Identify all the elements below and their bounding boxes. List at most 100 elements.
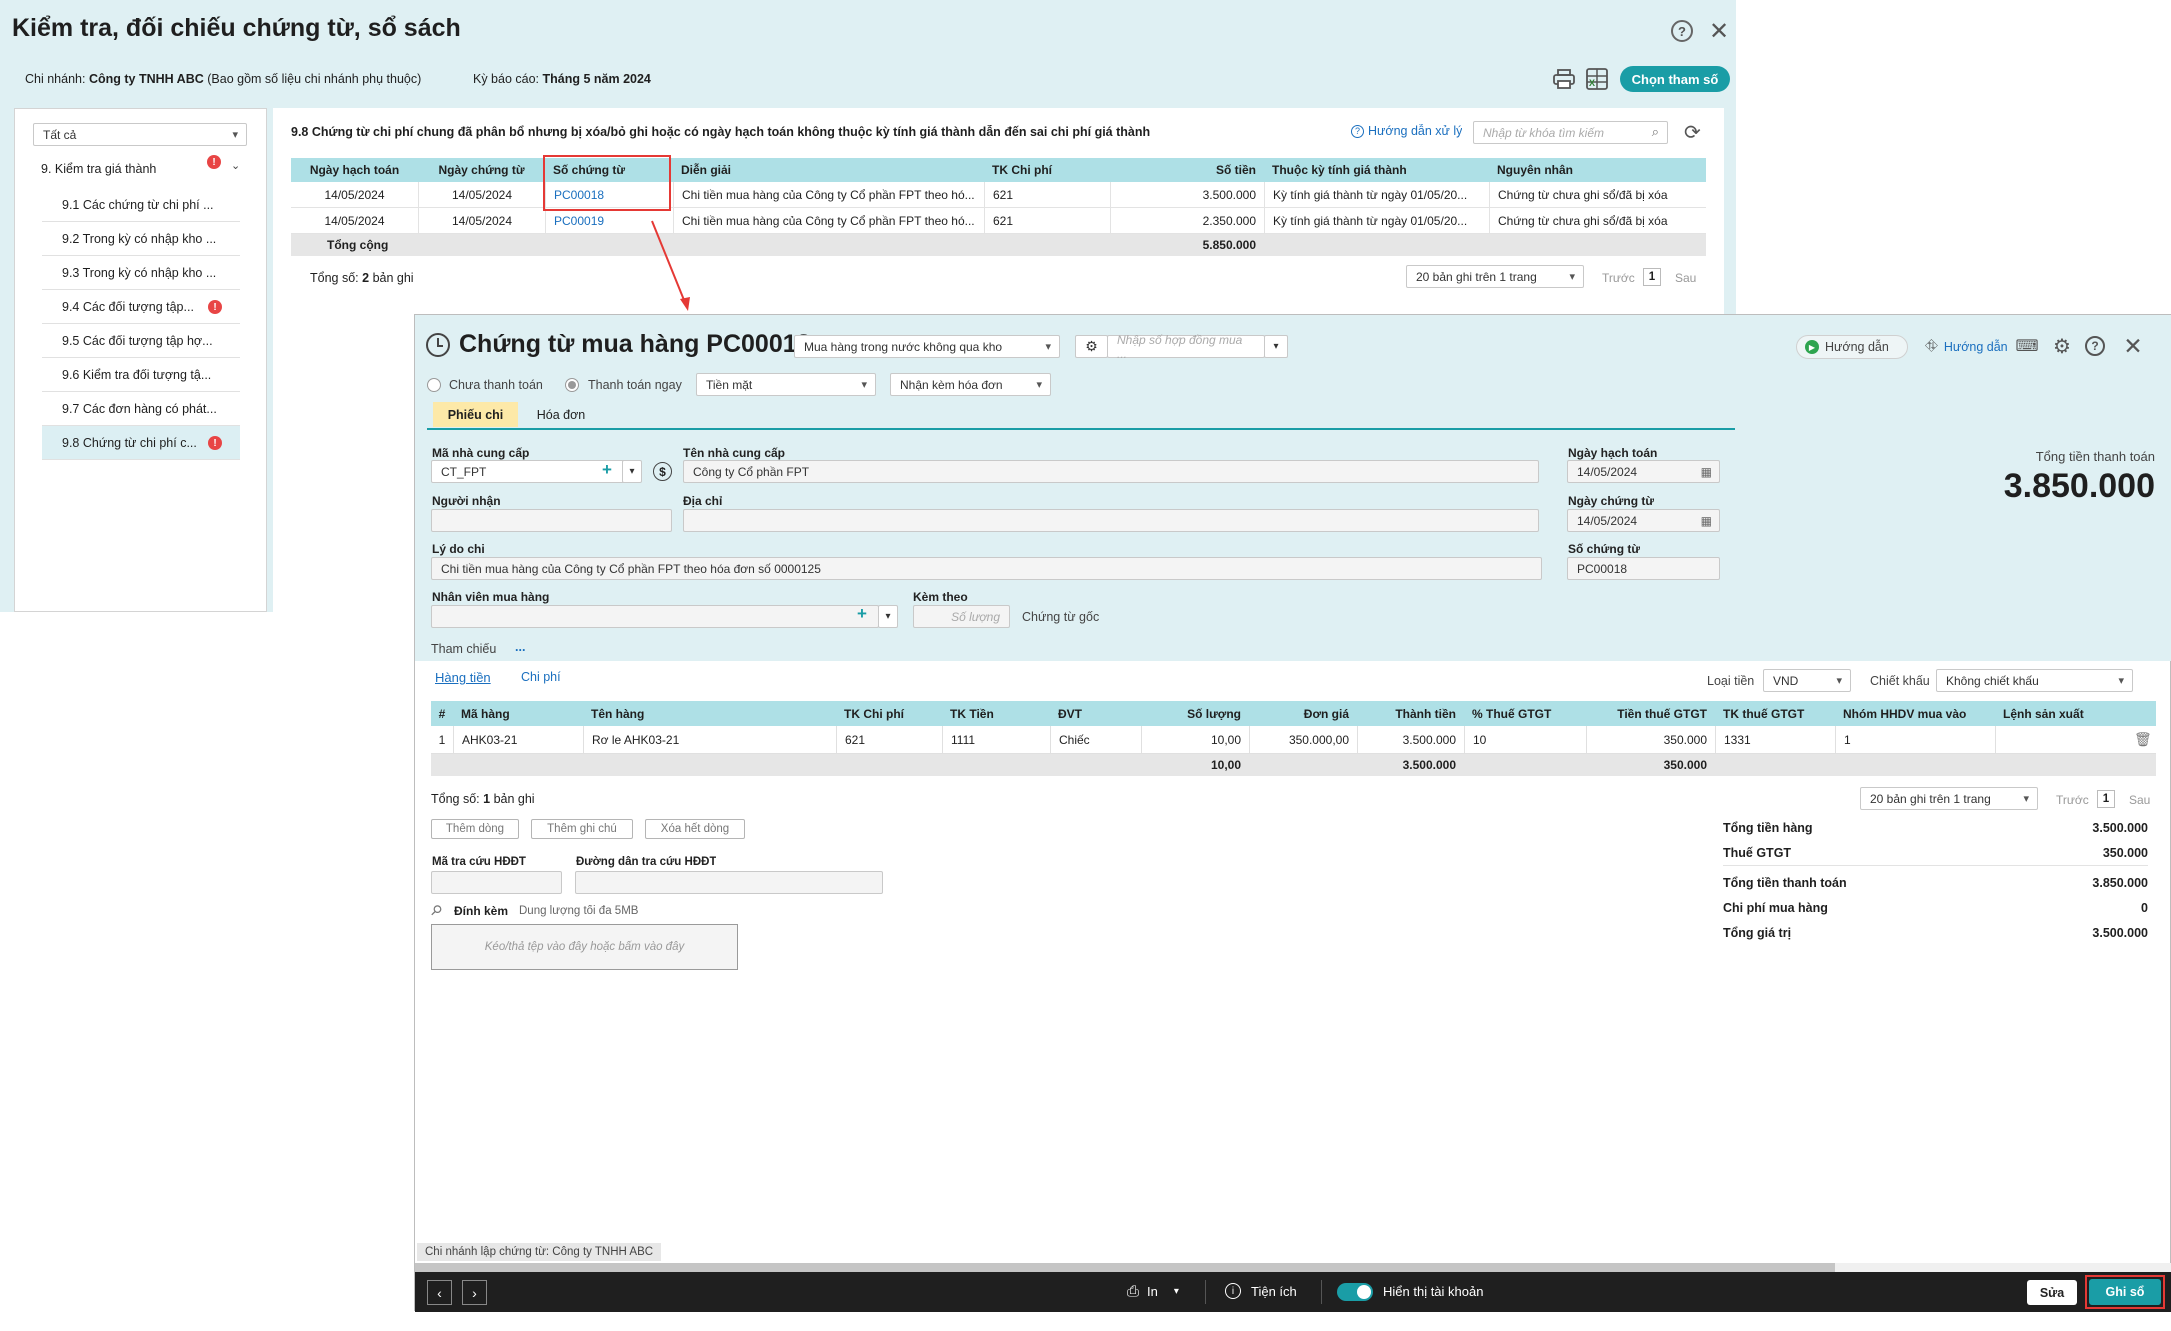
sidebar-item[interactable]: 9.1 Các chứng từ chi phí ... xyxy=(42,188,240,222)
page-number[interactable]: 1 xyxy=(1643,268,1661,286)
reference-more[interactable]: ... xyxy=(515,640,525,654)
doc-date-input[interactable]: 14/05/2024 ▦ xyxy=(1567,509,1720,532)
add-row-button[interactable]: Thêm dòng xyxy=(431,819,519,839)
chevron-down-icon[interactable]: ▾ xyxy=(878,605,898,628)
lookup-code-input[interactable] xyxy=(431,871,562,894)
refresh-icon[interactable]: ⟳ xyxy=(1684,120,1701,145)
subtab-goods[interactable]: Hàng tiền xyxy=(435,670,491,685)
receiver-input[interactable] xyxy=(431,509,672,532)
next-page[interactable]: Sau xyxy=(1675,271,1696,285)
sidebar-item[interactable]: 9.3 Trong kỳ có nhập kho ... xyxy=(42,256,240,290)
contract-input[interactable]: Nhập số hợp đồng mua ... xyxy=(1107,333,1265,361)
close-icon[interactable]: ✕ xyxy=(1706,18,1732,45)
col-header: Lệnh sản xuất xyxy=(2003,706,2084,721)
col-header: ĐVT xyxy=(1058,706,1082,721)
settings-icon[interactable]: ⚙ xyxy=(2050,334,2074,358)
file-drop-zone[interactable]: Kéo/thả tệp vào đây hoặc bấm vào đây xyxy=(431,924,738,970)
add-icon[interactable]: + xyxy=(602,460,612,480)
horizontal-scrollbar[interactable] xyxy=(415,1263,2171,1272)
add-note-button[interactable]: Thêm ghi chú xyxy=(531,819,633,839)
invoice-option-select[interactable]: Nhận kèm hóa đơn xyxy=(890,373,1051,396)
error-badge: ! xyxy=(208,436,222,450)
add-icon[interactable]: + xyxy=(857,604,867,624)
guide-link[interactable]: ⛗ Hướng dẫn xyxy=(1925,338,2008,356)
close-icon[interactable]: ✕ xyxy=(2120,333,2146,359)
payment-method-select[interactable]: Tiền mặt xyxy=(696,373,876,396)
pointer-arrow xyxy=(651,220,690,311)
chevron-down-icon[interactable]: ▾ xyxy=(1264,335,1288,358)
page-number[interactable]: 1 xyxy=(2097,790,2115,808)
history-icon[interactable] xyxy=(426,333,450,357)
choose-params-button[interactable]: Chọn tham số xyxy=(1620,66,1730,92)
sidebar-item-active[interactable]: 9.8 Chứng từ chi phí c...! xyxy=(42,426,240,460)
trash-icon[interactable]: 🗑 xyxy=(2134,731,2152,748)
calendar-icon[interactable]: ▦ xyxy=(1701,514,1712,528)
table-row[interactable]: 14/05/2024 14/05/2024 PC00019 Chi tiền m… xyxy=(291,208,1706,234)
help-icon[interactable]: ? xyxy=(2085,336,2105,356)
lookup-url-input[interactable] xyxy=(575,871,883,894)
calendar-icon[interactable]: ▦ xyxy=(1701,465,1712,479)
gear-icon[interactable]: ⚙ xyxy=(1075,335,1108,358)
page-size-select[interactable]: 20 bản ghi trên 1 trang xyxy=(1406,265,1584,288)
prev-page[interactable]: Trước xyxy=(2056,793,2089,807)
print-button[interactable]: ⎙ In ▾ xyxy=(1127,1283,1179,1300)
filter-select[interactable]: Tất cả xyxy=(33,123,247,146)
radio-unpaid[interactable] xyxy=(427,378,441,392)
utility-button[interactable]: i Tiện ích xyxy=(1225,1283,1297,1299)
help-icon[interactable]: ? xyxy=(1671,20,1693,42)
show-account-toggle[interactable] xyxy=(1337,1283,1373,1301)
prev-record-icon[interactable]: ‹ xyxy=(427,1280,452,1305)
reason-input[interactable]: Chi tiền mua hàng của Công ty Cổ phần FP… xyxy=(431,557,1542,580)
sidebar-item[interactable]: 9.7 Các đơn hàng có phát... xyxy=(42,392,240,426)
summary-row: Thuế GTGT 350.000 xyxy=(1723,840,2148,866)
attach-qty-input[interactable]: Số lượng xyxy=(913,605,1010,628)
sidebar-item[interactable]: 9.4 Các đối tượng tập...! xyxy=(42,290,240,324)
col-header: TK Chi phí xyxy=(992,163,1052,177)
col-header: Diễn giải xyxy=(681,163,732,177)
table-row[interactable]: 14/05/2024 14/05/2024 PC00018 Chi tiền m… xyxy=(291,182,1706,208)
info-icon: i xyxy=(1225,1283,1241,1299)
guide-video-button[interactable]: ▶ Hướng dẫn xyxy=(1796,335,1908,359)
period-info: Kỳ báo cáo: Tháng 5 năm 2024 xyxy=(473,72,651,86)
radio-paid[interactable] xyxy=(565,378,579,392)
record-count: Tổng số: 1 bản ghi xyxy=(431,792,535,806)
delete-all-button[interactable]: Xóa hết dòng xyxy=(645,819,745,839)
chevron-down-icon[interactable]: ▾ xyxy=(622,460,642,483)
page-size-select[interactable]: 20 bản ghi trên 1 trang xyxy=(1860,787,2038,810)
sidebar-item[interactable]: 9.2 Trong kỳ có nhập kho ... xyxy=(42,222,240,256)
prev-page[interactable]: Trước xyxy=(1602,271,1635,285)
subtab-cost[interactable]: Chi phí xyxy=(521,670,561,684)
guide-link[interactable]: ? Hướng dẫn xử lý xyxy=(1351,124,1462,138)
buyer-input[interactable] xyxy=(431,605,879,628)
supplier-name-input[interactable]: Công ty Cổ phần FPT xyxy=(683,460,1539,483)
chevron-down-icon[interactable]: ⌄ xyxy=(231,159,240,172)
print-icon[interactable] xyxy=(1553,69,1575,89)
next-record-icon[interactable]: › xyxy=(462,1280,487,1305)
col-header: # xyxy=(438,706,446,721)
sidebar-group[interactable]: 9. Kiểm tra giá thành xyxy=(41,157,261,181)
sidebar-item[interactable]: 9.6 Kiểm tra đối tượng tậ... xyxy=(42,358,240,392)
table-row[interactable]: 1 AHK03-21 Rơ le AHK03-21 621 1111 Chiếc… xyxy=(431,726,2156,754)
tab-invoice[interactable]: Hóa đơn xyxy=(525,402,597,427)
total-payment: 3.850.000 xyxy=(2003,467,2155,505)
post-button[interactable]: Ghi sổ xyxy=(2089,1279,2161,1305)
sidebar-item[interactable]: 9.5 Các đối tượng tập hợ... xyxy=(42,324,240,358)
address-input[interactable] xyxy=(683,509,1539,532)
doc-no-input[interactable]: PC00018 xyxy=(1567,557,1720,580)
goods-grid: # Mã hàng Tên hàng TK Chi phí TK Tiền ĐV… xyxy=(431,701,2156,783)
currency-select[interactable]: VND xyxy=(1763,669,1851,692)
col-header: Ngày hạch toán xyxy=(309,163,400,177)
next-page[interactable]: Sau xyxy=(2129,793,2150,807)
error-badge: ! xyxy=(207,155,221,169)
col-header: TK Chi phí xyxy=(844,706,904,721)
posting-date-input[interactable]: 14/05/2024 ▦ xyxy=(1567,460,1720,483)
discount-select[interactable]: Không chiết khấu xyxy=(1936,669,2133,692)
currency-icon[interactable]: $ xyxy=(653,462,672,481)
grid-total-row: 10,00 3.500.000 350.000 xyxy=(431,754,2156,776)
tab-payment[interactable]: Phiếu chi xyxy=(433,402,518,427)
excel-icon[interactable]: X xyxy=(1586,68,1608,90)
keyboard-icon[interactable]: ⌨ xyxy=(2015,335,2039,357)
purchase-type-select[interactable]: Mua hàng trong nước không qua kho xyxy=(794,335,1060,358)
edit-button[interactable]: Sửa xyxy=(2027,1280,2077,1305)
search-input[interactable]: Nhập từ khóa tìm kiếm ⌕ xyxy=(1473,121,1668,144)
